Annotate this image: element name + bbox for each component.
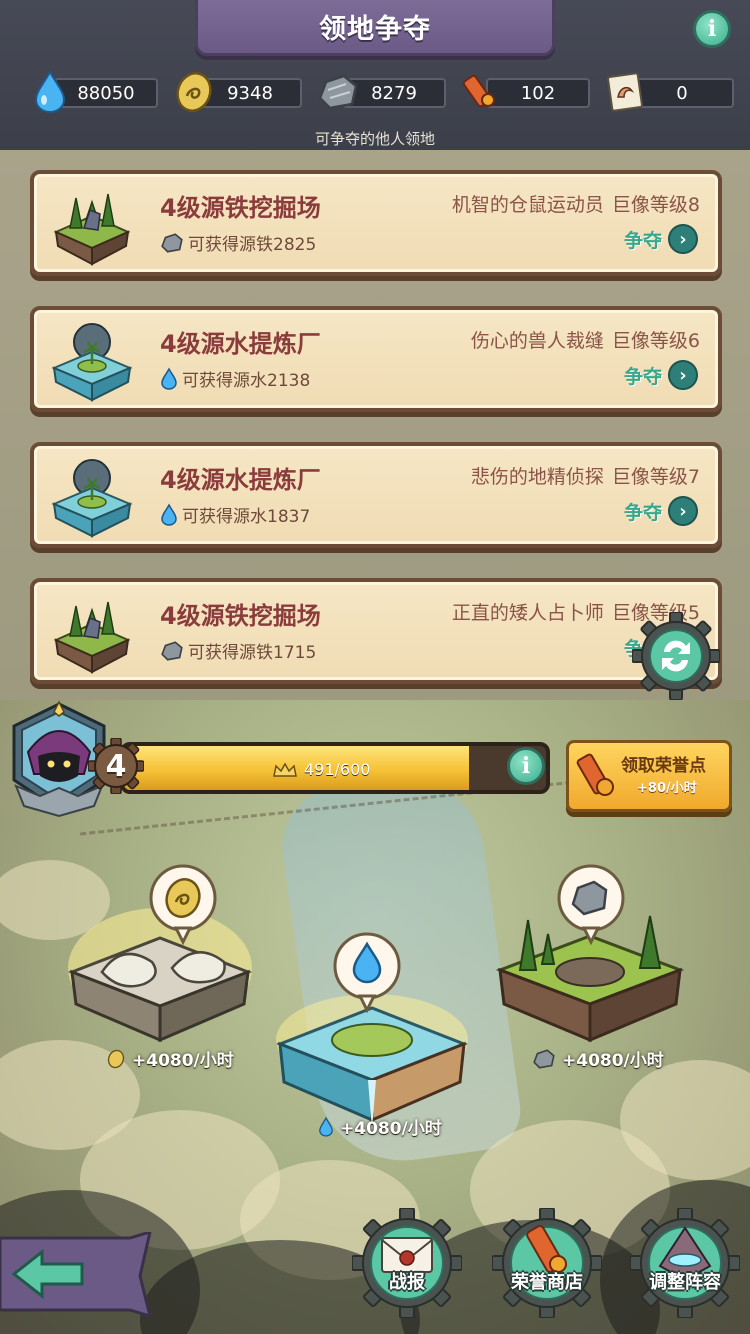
territory-reward: 可获得源铁1715 (160, 638, 316, 663)
muscle-card-icon (604, 70, 648, 114)
battle-report-button[interactable] (352, 1208, 462, 1318)
iron-ore-icon (161, 232, 183, 253)
territory-reward: 可获得源铁2825 (160, 230, 316, 255)
water-production: +4080/小时 (318, 1114, 442, 1139)
section-subtitle: 可争夺的他人领地 (314, 130, 435, 148)
owner-name: 悲伤的地精侦探 (470, 466, 604, 488)
territory-reward-text: 可获得源水1837 (182, 507, 311, 527)
territory-owner: 悲伤的地精侦探 巨像等级7 (463, 462, 700, 489)
resource-water: 88050 (28, 70, 158, 113)
xp-readout: 491/600 (272, 760, 370, 779)
refresh-button[interactable] (632, 612, 720, 700)
info-icon: i (707, 16, 717, 42)
water-drop-icon (319, 1116, 333, 1137)
water-drop-icon (161, 502, 177, 526)
contest-label: 争夺 (623, 365, 662, 388)
iron-mine-island-icon (53, 193, 131, 266)
player-level: 4 (105, 748, 127, 784)
owner-level: 巨像等级7 (611, 466, 700, 488)
water-refinery-island-icon (51, 459, 133, 538)
territory-reward-text: 可获得源铁1715 (188, 643, 317, 663)
water-drop-icon (161, 366, 177, 390)
iron-ore-icon (533, 1048, 555, 1069)
territory-title: 4级源水提炼厂 (160, 330, 321, 358)
territory-reward: 可获得源水2138 (160, 366, 310, 391)
territory-title: 4级源铁挖掘场 (160, 194, 321, 222)
iron-ore-icon (316, 70, 360, 114)
owner-level: 巨像等级6 (611, 330, 700, 352)
honor-rate: +80/小时 (637, 781, 697, 796)
xp-text: 491/600 (304, 760, 371, 779)
info-icon: i (521, 753, 531, 779)
info-button[interactable]: i (693, 10, 731, 48)
water-resource-bubble (333, 932, 401, 1014)
territory-card: 4级源铁挖掘场 可获得源铁2825 机智的仓鼠运动员 巨像等级8 争夺 › (30, 170, 722, 276)
territory-owner: 机智的仓鼠运动员 巨像等级8 (444, 190, 700, 217)
adjust-lineup-button[interactable] (630, 1208, 740, 1318)
owner-level: 巨像等级8 (611, 194, 700, 216)
contest-label: 争夺 (623, 229, 662, 252)
crown-icon (273, 761, 297, 777)
claim-honor-button[interactable]: 领取荣誉点 +80/小时 (566, 740, 732, 812)
chevron-right-icon: › (668, 224, 698, 254)
water-drop-icon (28, 70, 72, 114)
owner-name: 正直的矮人占卜师 (451, 602, 604, 624)
contest-button[interactable]: 争夺 › (624, 496, 698, 526)
chevron-right-icon: › (668, 496, 698, 526)
territory-reward-text: 可获得源水2138 (182, 371, 311, 391)
page-title: 领地争夺 (319, 14, 431, 45)
gold-resource-bubble (149, 864, 217, 946)
territory-owner: 伤心的兽人裁缝 巨像等级6 (463, 326, 700, 353)
territory-reward-text: 可获得源铁2825 (188, 235, 317, 255)
title-banner: 领地争夺 (195, 0, 555, 56)
water-production-text: +4080/小时 (340, 1119, 442, 1139)
territory-title: 4级源铁挖掘场 (160, 602, 321, 630)
owner-name: 机智的仓鼠运动员 (451, 194, 604, 216)
honor-scroll-icon (576, 753, 614, 796)
claim-honor-label: 领取荣誉点 (621, 756, 706, 776)
back-button[interactable] (0, 1232, 152, 1318)
honor-shop-button[interactable] (492, 1208, 602, 1318)
contest-button[interactable]: 争夺 › (624, 360, 698, 390)
iron-resource-bubble (557, 864, 625, 946)
resource-gold: 9348 (172, 72, 302, 112)
contest-label: 争夺 (623, 501, 662, 524)
water-refinery-island-icon (51, 323, 133, 402)
owner-name: 伤心的兽人裁缝 (470, 330, 604, 352)
iron-ore-icon (161, 640, 183, 661)
gold-coin-icon (107, 1049, 125, 1068)
resource-muscle: 0 (604, 72, 734, 112)
territory-card: 4级源水提炼厂 可获得源水1837 悲伤的地精侦探 巨像等级7 争夺 › (30, 442, 722, 548)
territory-title: 4级源水提炼厂 (160, 466, 321, 494)
battle-report-label: 战报 (389, 1272, 425, 1293)
territory-card: 4级源水提炼厂 可获得源水2138 伤心的兽人裁缝 巨像等级6 争夺 › (30, 306, 722, 412)
iron-mine-island-icon (53, 601, 131, 674)
territory-reward: 可获得源水1837 (160, 502, 310, 527)
iron-production: +4080/小时 (532, 1046, 664, 1071)
iron-production-text: +4080/小时 (562, 1051, 664, 1071)
contest-button[interactable]: 争夺 › (624, 224, 698, 254)
gold-coin-icon (172, 70, 216, 114)
resource-iron: 8279 (316, 74, 446, 110)
resource-honor: 102 (460, 74, 590, 110)
honor-shop-label: 荣誉商店 (511, 1272, 583, 1293)
level-info-button[interactable]: i (507, 747, 545, 785)
gold-production: +4080/小时 (106, 1046, 234, 1071)
gold-production-text: +4080/小时 (132, 1051, 234, 1071)
chevron-right-icon: › (668, 360, 698, 390)
territory-card: 4级源铁挖掘场 可获得源铁1715 正直的矮人占卜师巨像等级5 争夺 › (30, 578, 722, 684)
adjust-lineup-label: 调整阵容 (649, 1272, 721, 1293)
honor-scroll-icon (460, 70, 504, 114)
